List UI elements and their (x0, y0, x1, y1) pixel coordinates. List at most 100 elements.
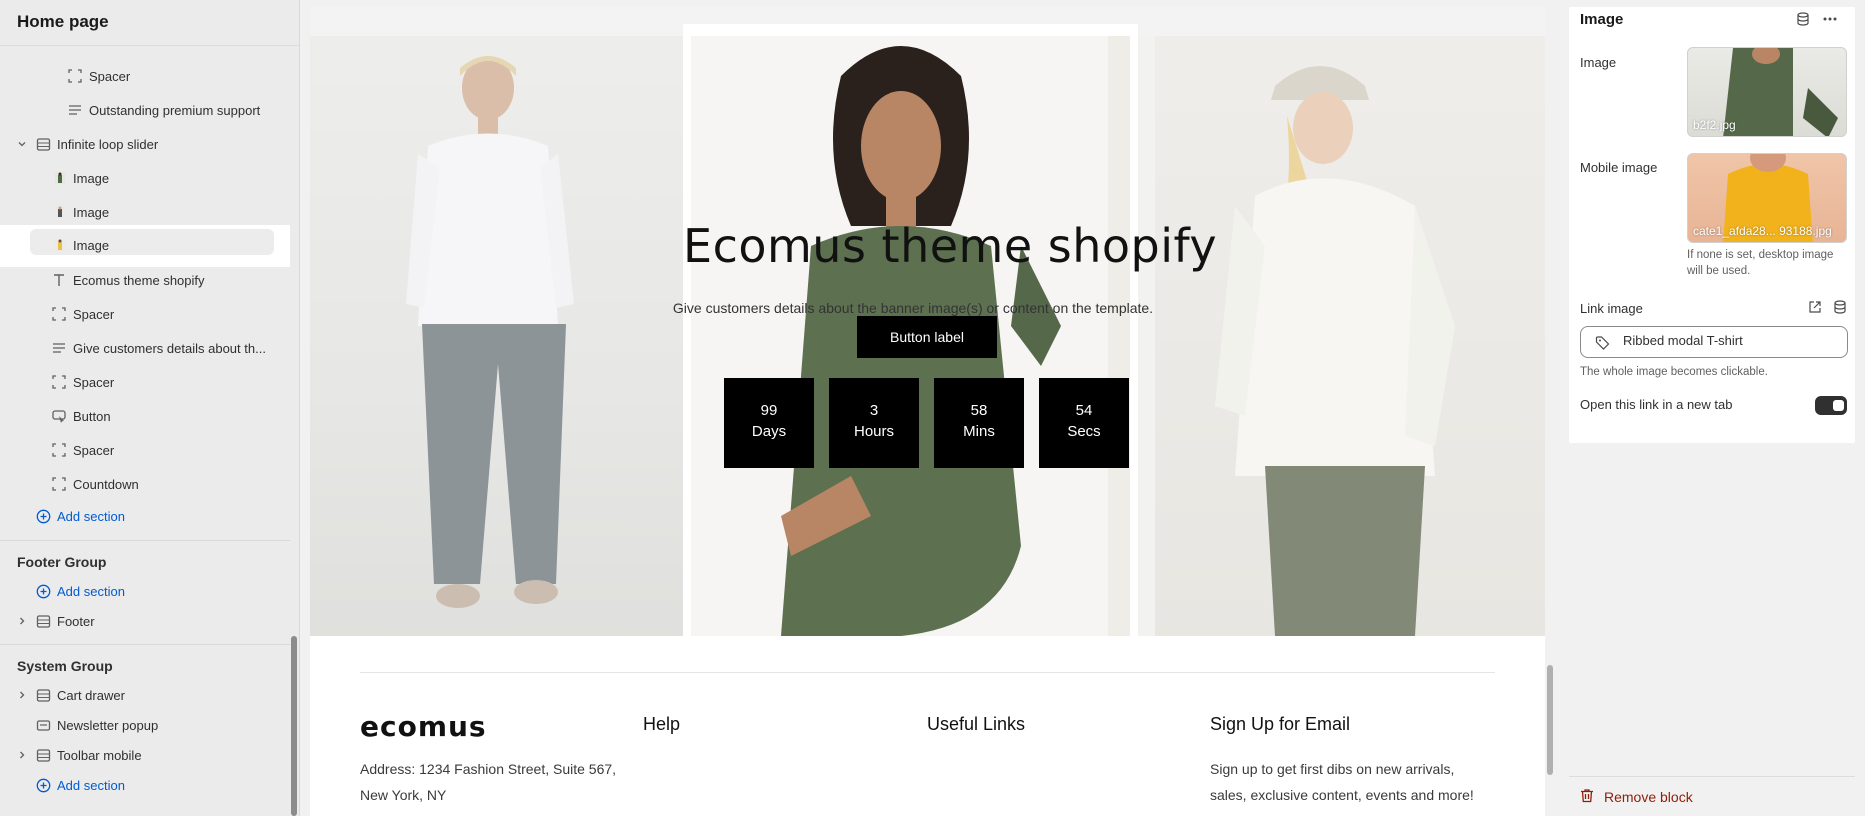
divider (0, 540, 290, 541)
site-footer: ecomus Help Useful Links Sign Up for Ema… (310, 636, 1545, 816)
image-filename: b2f2.jpg (1693, 118, 1736, 132)
panel-footer-divider (1569, 776, 1855, 777)
countdown-value: 58 (970, 402, 988, 419)
sidebar-item-image-3-selected[interactable]: Image (0, 225, 290, 267)
trash-icon (1580, 788, 1594, 806)
tag-icon (1595, 335, 1611, 351)
sidebar-item-label: Spacer (73, 442, 115, 458)
sidebar-item-label: Outstanding premium support (89, 102, 261, 118)
spacer-icon (51, 442, 67, 458)
sidebar-item-label: Toolbar mobile (57, 747, 142, 763)
countdown-days: 99 Days (724, 378, 814, 468)
countdown-unit: Hours (853, 423, 894, 440)
image-thumbnail-icon (52, 170, 68, 186)
sidebar-item-spacer[interactable]: Spacer (0, 367, 290, 397)
footer-divider (360, 672, 1495, 673)
more-options-icon[interactable] (1821, 10, 1839, 28)
mobile-image-filename: cate1_afda28... 93188.jpg (1693, 224, 1832, 238)
sidebar-item-label: Newsletter popup (57, 717, 159, 733)
footer-signup-heading: Sign Up for Email (1210, 714, 1351, 734)
sidebar-item-heading[interactable]: Ecomus theme shopify (0, 265, 290, 295)
selected-slide[interactable]: Ecomus theme shopify Give customers deta… (673, 24, 1218, 650)
sidebar-item-label: Give customers details about th... (73, 340, 266, 356)
add-section-button[interactable]: Add section (0, 576, 290, 606)
sidebar-item-label: Countdown (73, 476, 139, 492)
countdown-unit: Secs (1067, 423, 1101, 440)
sidebar-item-label: Cart drawer (57, 687, 125, 703)
sidebar-item-spacer[interactable]: Spacer (0, 61, 290, 91)
section-icon (35, 747, 51, 763)
button-cursor-icon (51, 408, 67, 424)
sidebar-item-label: Spacer (73, 374, 115, 390)
plus-circle-icon (35, 583, 51, 599)
external-link-icon[interactable] (1806, 298, 1824, 316)
link-hint: The whole image becomes clickable. (1580, 366, 1768, 378)
toggle-knob (1833, 400, 1844, 411)
footer-links-heading: Useful Links (927, 714, 1026, 734)
new-tab-toggle[interactable] (1815, 396, 1847, 415)
remove-block-button[interactable]: Remove block (1580, 788, 1693, 806)
envelope-icon (35, 717, 51, 733)
panel-title: Image (1580, 11, 1624, 28)
link-field[interactable] (1580, 326, 1848, 358)
footer-logo[interactable]: ecomus (360, 710, 487, 743)
footer-group-title: Footer Group (17, 554, 107, 570)
sidebar-item-label: Ecomus theme shopify (73, 272, 205, 288)
sidebar-item-button[interactable]: Button (0, 401, 290, 431)
link-input[interactable] (1623, 333, 1833, 348)
sidebar-item-loop-slider[interactable]: Infinite loop slider (0, 129, 290, 159)
add-section-button[interactable]: Add section (0, 770, 290, 800)
countdown-hours: 3 Hours (829, 378, 919, 468)
chevron-down-icon[interactable] (17, 139, 27, 149)
sidebar-item-label: Spacer (89, 68, 131, 84)
mobile-image-hint: If none is set, desktop image will be us… (1687, 249, 1834, 277)
countdown-icon (51, 476, 67, 492)
database-icon[interactable] (1794, 10, 1812, 28)
sidebar-item-image-2[interactable]: Image (0, 197, 290, 227)
chevron-right-icon[interactable] (17, 690, 27, 700)
chevron-right-icon[interactable] (17, 616, 27, 626)
sidebar-item-image-1[interactable]: Image (0, 163, 290, 193)
footer-address-line-2: New York, NY (360, 787, 447, 803)
slide-edge-shadow (1108, 36, 1130, 636)
slide-heading: Ecomus theme shopify (683, 219, 1218, 273)
sidebar-item-cart-drawer[interactable]: Cart drawer (0, 680, 290, 710)
sidebar-item-toolbar-mobile[interactable]: Toolbar mobile (0, 740, 290, 770)
sidebar-item-footer[interactable]: Footer (0, 606, 290, 636)
footer-help-heading: Help (643, 714, 681, 734)
sidebar-item-spacer[interactable]: Spacer (0, 435, 290, 465)
mobile-image-picker[interactable]: cate1_afda28... 93188.jpg (1687, 153, 1847, 243)
new-tab-label: Open this link in a new tab (1580, 397, 1733, 412)
image-setting-label: Image (1580, 55, 1617, 70)
countdown-secs: 54 Secs (1039, 378, 1129, 468)
sidebar-scrollbar[interactable] (291, 636, 297, 816)
sidebar-item-outstanding[interactable]: Outstanding premium support (0, 95, 290, 125)
footer-address-line-1: Address: 1234 Fashion Street, Suite 567, (360, 761, 617, 777)
link-image-label: Link image (1580, 301, 1643, 316)
remove-block-label: Remove block (1604, 789, 1693, 805)
chevron-right-icon[interactable] (17, 750, 27, 760)
sidebar-item-countdown[interactable]: Countdown (0, 469, 290, 499)
countdown-unit: Days (751, 423, 787, 440)
database-icon[interactable] (1831, 298, 1849, 316)
footer-signup-text-2: sales, exclusive content, events and mor… (1210, 787, 1474, 803)
add-section-label: Add section (57, 583, 125, 599)
sidebar-item-spacer[interactable]: Spacer (0, 299, 290, 329)
sidebar-item-newsletter[interactable]: Newsletter popup (0, 710, 290, 740)
system-group-title: System Group (17, 658, 113, 674)
section-icon (35, 613, 51, 629)
footer-signup-text-1: Sign up to get first dibs on new arrival… (1210, 761, 1455, 777)
sidebar-item-label: Image (73, 238, 110, 253)
preview-scrollbar[interactable] (1547, 665, 1553, 775)
divider (0, 644, 290, 645)
block-settings-panel: Image Image b2f2.jpg Mobile image cate1_… (1569, 7, 1855, 443)
slide-cta-button[interactable]: Button label (857, 316, 997, 358)
sidebar-item-text[interactable]: Give customers details about th... (0, 333, 290, 363)
spacer-icon (67, 68, 83, 84)
text-heading-icon (51, 272, 67, 288)
sidebar-item-label: Infinite loop slider (57, 136, 159, 152)
plus-circle-icon (35, 777, 51, 793)
image-picker[interactable]: b2f2.jpg (1687, 47, 1847, 137)
add-section-button[interactable]: Add section (0, 501, 290, 531)
countdown-value: 3 (869, 402, 879, 419)
